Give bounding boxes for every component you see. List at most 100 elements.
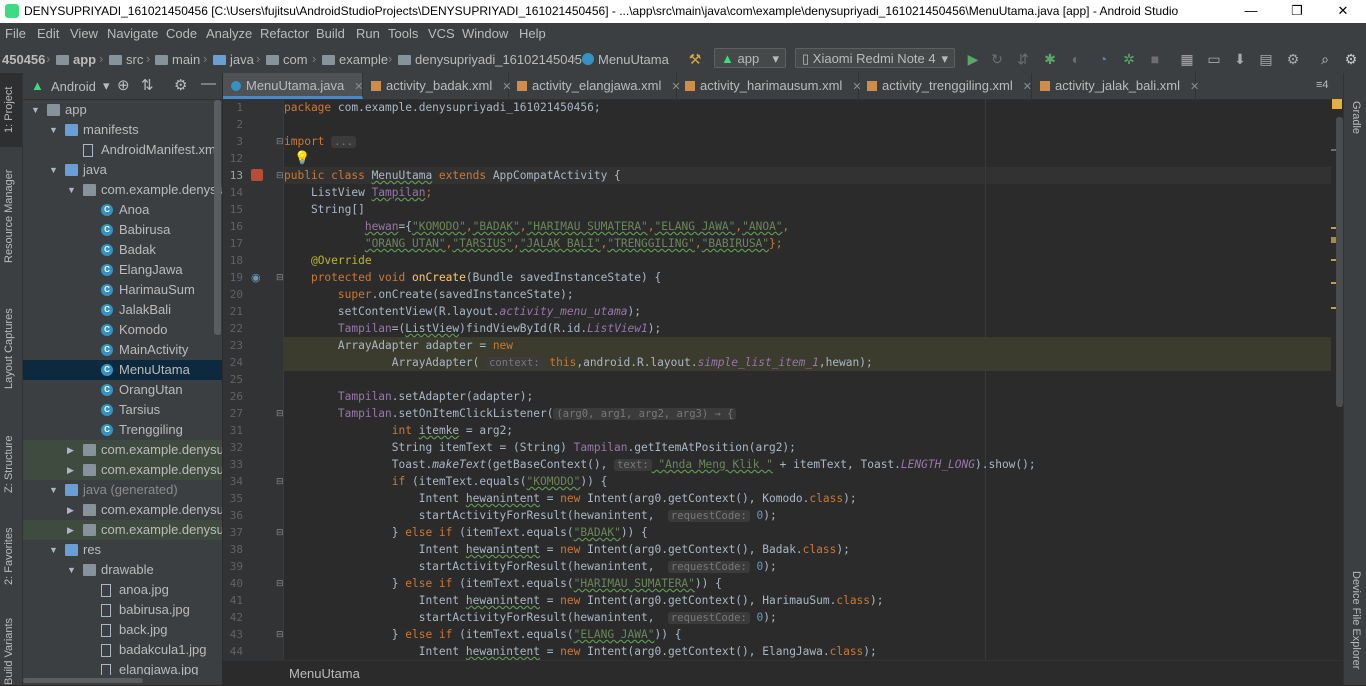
menu-vcs[interactable]: VCS — [428, 26, 455, 41]
fold-icon[interactable]: ⊟ — [276, 171, 284, 181]
tab-menuutama-java[interactable]: MenuUtama.java ✕ — [223, 73, 364, 99]
menu-window[interactable]: Window — [462, 26, 508, 41]
code-editor[interactable]: package com.example.denysupriyadi_161021… — [284, 99, 1334, 660]
search-icon[interactable]: ⌕ — [1316, 50, 1334, 68]
tree-item[interactable]: ▶ com.example.denysupriyadi_161021450456 — [23, 520, 222, 540]
code-line[interactable]: startActivityForResult(hewanintent, requ… — [284, 558, 777, 575]
rerun-icon[interactable]: ↻ — [988, 50, 1006, 68]
code-line[interactable]: Tampilan.setOnItemClickListener((arg0, a… — [284, 405, 737, 422]
project-hscrollbar[interactable] — [23, 675, 222, 685]
tree-item[interactable]: ▼ res — [23, 540, 222, 560]
fold-icon[interactable]: ⊟ — [276, 630, 284, 640]
tree-item[interactable]: back.jpg — [23, 620, 222, 640]
tool-favorites[interactable]: 2: Favorites — [3, 528, 15, 585]
tool-gradle[interactable]: Gradle — [1350, 101, 1362, 134]
attach-debugger-icon[interactable]: ✲ — [1120, 50, 1138, 68]
code-line[interactable]: } else if (itemText.equals("BADAK")) { — [284, 524, 648, 541]
expanded-arrow-icon[interactable]: ▼ — [49, 120, 58, 140]
close-tab-icon[interactable]: ✕ — [1190, 81, 1199, 93]
fold-icon[interactable]: ⊟ — [276, 273, 284, 283]
code-line[interactable]: } else if (itemText.equals("HARIMAU SUMA… — [284, 575, 722, 592]
tool-layout-captures[interactable]: Layout Captures — [3, 308, 15, 389]
fold-icon[interactable]: ⊟ — [276, 409, 284, 419]
tree-item[interactable]: ▼ app — [23, 100, 222, 120]
tree-item[interactable]: ▼ drawable — [23, 560, 222, 580]
close-tab-icon[interactable]: ✕ — [1023, 81, 1032, 93]
code-line[interactable]: Intent hewanintent = new Intent(arg0.get… — [284, 490, 857, 507]
menu-view[interactable]: View — [70, 26, 98, 41]
code-line[interactable]: Intent hewanintent = new Intent(arg0.get… — [284, 592, 884, 609]
tree-item[interactable]: C MainActivity — [23, 340, 222, 360]
code-line[interactable]: hewan={"KOMODO","BADAK","HARIMAU SUMATER… — [284, 218, 789, 235]
code-line[interactable]: super.onCreate(savedInstanceState); — [284, 286, 574, 303]
collapsed-arrow-icon[interactable]: ▶ — [67, 460, 74, 480]
tree-item[interactable]: C Badak — [23, 240, 222, 260]
expanded-arrow-icon[interactable]: ▼ — [67, 560, 76, 580]
menu-build[interactable]: Build — [316, 26, 345, 41]
code-line[interactable]: package com.example.denysupriyadi_161021… — [284, 99, 601, 116]
maximize-button[interactable]: ❐ — [1274, 0, 1320, 23]
tab-activity-badak[interactable]: activity_badak.xml ✕ — [363, 73, 511, 99]
code-line[interactable]: @Override — [284, 252, 372, 269]
apply-changes-icon[interactable]: ⇵ — [1014, 50, 1032, 68]
tree-item[interactable]: C JalakBali — [23, 300, 222, 320]
menu-tools[interactable]: Tools — [388, 26, 418, 41]
code-line[interactable]: int itemke = arg2; — [284, 422, 513, 439]
code-line[interactable]: Toast.makeText(getBaseContext(), text: "… — [284, 456, 1036, 473]
tool-build-variants[interactable]: Build Variants — [3, 618, 15, 685]
code-line[interactable]: Intent hewanintent = new Intent(arg0.get… — [284, 643, 877, 660]
debug-icon[interactable]: ✱ — [1041, 50, 1059, 68]
run-icon[interactable]: ▶ — [964, 50, 982, 68]
tree-item[interactable]: C Anoa — [23, 200, 222, 220]
code-line[interactable]: setContentView(R.layout.activity_menu_ut… — [284, 303, 641, 320]
hide-panel-icon[interactable]: — — [201, 75, 216, 92]
hammer-icon[interactable]: ⚒ — [686, 50, 704, 68]
collapsed-arrow-icon[interactable]: ▶ — [67, 520, 74, 540]
menu-edit[interactable]: Edit — [37, 26, 59, 41]
breadcrumb-project[interactable]: 450456 — [2, 52, 45, 67]
code-line[interactable]: public class MenuUtama extends AppCompat… — [284, 167, 621, 184]
project-view-select[interactable]: Android — [51, 79, 96, 94]
tab-activity-trenggiling[interactable]: activity_trenggiling.xml ✕ — [859, 73, 1032, 99]
breadcrumb-class[interactable]: MenuUtama — [582, 52, 669, 67]
tree-item[interactable]: C Trenggiling — [23, 420, 222, 440]
tree-item[interactable]: C OrangUtan — [23, 380, 222, 400]
fold-icon[interactable]: ⊟ — [276, 137, 284, 147]
tab-overflow-button[interactable]: ≡4 — [1316, 79, 1329, 91]
tree-item[interactable]: ▶ com.example.denysupriyadi_161021450456 … — [23, 460, 222, 480]
footer-breadcrumb-class[interactable]: MenuUtama — [289, 666, 360, 681]
device-select[interactable]: ▯ Xiaomi Redmi Note 4 ▾ — [795, 48, 955, 68]
coverage-icon[interactable]: ◐ — [1067, 50, 1085, 68]
fold-icon[interactable]: ⊟ — [276, 579, 284, 589]
tree-item[interactable]: elangjawa.jpg — [23, 660, 222, 675]
tool-device-file-explorer[interactable]: Device File Explorer — [1350, 571, 1362, 669]
breadcrumb-package[interactable]: denysupriyadi_161021450456 — [398, 52, 589, 67]
tree-item[interactable]: C Tarsius — [23, 400, 222, 420]
override-gutter-icon[interactable]: ◉ — [251, 271, 263, 284]
tree-item[interactable]: ▶ com.example.denysupriyadi_161021450456 … — [23, 440, 222, 460]
sdk-manager-icon[interactable]: ⬇ — [1231, 50, 1249, 68]
tab-activity-elangjawa[interactable]: activity_elangjawa.xml ✕ — [509, 73, 681, 99]
breadcrumb-com[interactable]: com — [266, 52, 308, 67]
fold-icon[interactable]: ⊟ — [276, 477, 284, 487]
collapsed-arrow-icon[interactable]: ▶ — [67, 440, 74, 460]
code-line[interactable]: } else if (itemText.equals("ELANG JAWA")… — [284, 626, 682, 643]
code-line[interactable]: ArrayAdapter( context: this,android.R.la… — [284, 354, 873, 371]
collapsed-arrow-icon[interactable]: ▶ — [67, 500, 74, 520]
menu-navigate[interactable]: Navigate — [107, 26, 158, 41]
breadcrumb-java[interactable]: java — [213, 52, 254, 67]
code-line[interactable]: String itemText = (String) Tampilan.getI… — [284, 439, 796, 456]
project-structure-icon[interactable]: ⚙ — [1284, 50, 1302, 68]
code-line[interactable]: "ORANG UTAN","TARSIUS","JALAK BALI","TRE… — [284, 235, 783, 252]
breadcrumb-example[interactable]: example — [322, 52, 388, 67]
settings-icon[interactable]: ⚙ — [1342, 50, 1360, 68]
code-line[interactable]: String[] — [284, 201, 365, 218]
lightbulb-icon[interactable]: 💡 — [294, 151, 310, 166]
menu-refactor[interactable]: Refactor — [260, 26, 309, 41]
tab-activity-jalak-bali[interactable]: activity_jalak_bali.xml ✕ — [1032, 73, 1199, 99]
tool-structure[interactable]: Z: Structure — [3, 436, 15, 493]
tree-item[interactable]: ▼ java (generated) — [23, 480, 222, 500]
tree-item[interactable]: C HarimauSum — [23, 280, 222, 300]
gear-icon[interactable]: ⚙ — [174, 76, 187, 94]
tree-item[interactable]: badakcula1.jpg — [23, 640, 222, 660]
